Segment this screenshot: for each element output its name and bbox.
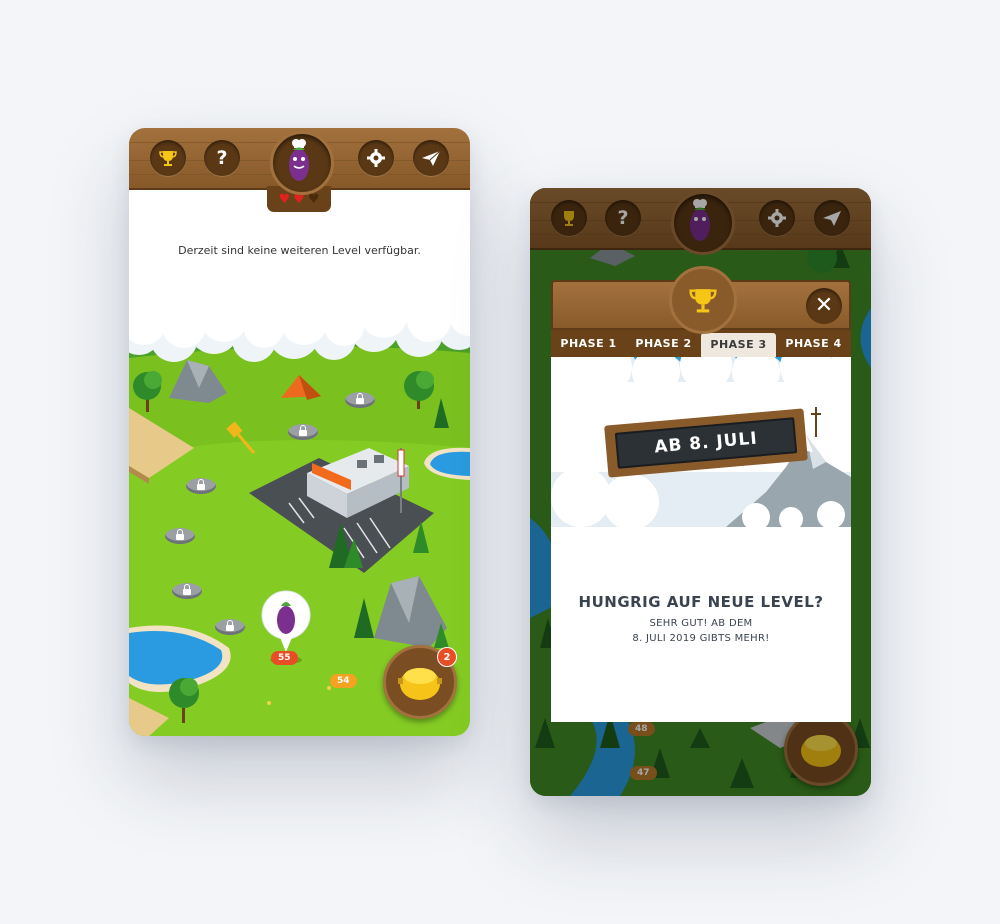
trophy-modal: ✕ PHASE 1 PHASE 2 PHASE 3 PHASE 4 AB 8. … bbox=[551, 266, 851, 722]
lock-icon bbox=[183, 584, 191, 595]
locked-level[interactable] bbox=[186, 478, 216, 494]
tab-phase-2[interactable]: PHASE 2 bbox=[626, 330, 701, 357]
help-button[interactable]: ? bbox=[204, 140, 240, 176]
paper-plane-icon bbox=[422, 150, 441, 166]
game-screen-modal: ? 48 47 ✕ PHASE 1 PHASE 2 PHASE 3 PHASE … bbox=[530, 188, 871, 796]
settings-button[interactable] bbox=[358, 140, 394, 176]
pot-notification-badge: 2 bbox=[437, 647, 457, 667]
tab-phase-1[interactable]: PHASE 1 bbox=[551, 330, 626, 357]
locked-level[interactable] bbox=[288, 424, 318, 440]
lock-icon bbox=[226, 620, 234, 631]
level-marker[interactable]: 54 bbox=[330, 674, 357, 688]
date-sign-text: AB 8. JULI bbox=[614, 417, 798, 469]
tab-phase-4[interactable]: PHASE 4 bbox=[776, 330, 851, 357]
locked-level[interactable] bbox=[345, 392, 375, 408]
locked-level[interactable] bbox=[215, 619, 245, 635]
trophy-icon bbox=[159, 151, 177, 166]
modal-heading: HUNGRIG AUF NEUE LEVEL? bbox=[578, 593, 824, 611]
eggplant-chef-icon bbox=[289, 139, 309, 181]
share-button[interactable] bbox=[413, 140, 449, 176]
gear-icon bbox=[367, 149, 385, 167]
tab-phase-3[interactable]: PHASE 3 bbox=[701, 333, 776, 357]
lock-icon bbox=[299, 425, 307, 436]
lock-icon bbox=[356, 393, 364, 404]
modal-subtext-line: 8. JULI 2019 GIBTS MEHR! bbox=[632, 633, 770, 644]
help-icon: ? bbox=[216, 147, 228, 169]
modal-subtext: SEHR GUT! AB DEM 8. JULI 2019 GIBTS MEHR… bbox=[551, 616, 851, 646]
current-level-marker[interactable]: 55 bbox=[271, 651, 298, 665]
heart-empty-icon: ♥ bbox=[307, 191, 320, 207]
heart-full-icon: ♥ bbox=[278, 191, 291, 207]
trophy-button[interactable] bbox=[150, 140, 186, 176]
modal-trophy-badge bbox=[669, 266, 737, 334]
profile-avatar-button[interactable] bbox=[270, 131, 334, 195]
game-screen-map: ? ♥ ♥ ♥ Derzeit sind keine weiteren Leve… bbox=[129, 128, 470, 736]
modal-content: AB 8. JULI HUNGRIG AUF NEUE LEVEL? SEHR … bbox=[551, 357, 851, 722]
modal-subtext-line: SEHR GUT! AB DEM bbox=[649, 618, 753, 629]
trophy-icon bbox=[689, 289, 717, 313]
phase-tabs: PHASE 1 PHASE 2 PHASE 3 PHASE 4 bbox=[551, 330, 851, 357]
lock-icon bbox=[197, 479, 205, 490]
locked-level[interactable] bbox=[165, 528, 195, 544]
locked-level[interactable] bbox=[172, 583, 202, 599]
lock-icon bbox=[176, 529, 184, 540]
no-levels-notice: Derzeit sind keine weiteren Level verfüg… bbox=[178, 244, 421, 257]
close-button[interactable]: ✕ bbox=[806, 288, 842, 324]
